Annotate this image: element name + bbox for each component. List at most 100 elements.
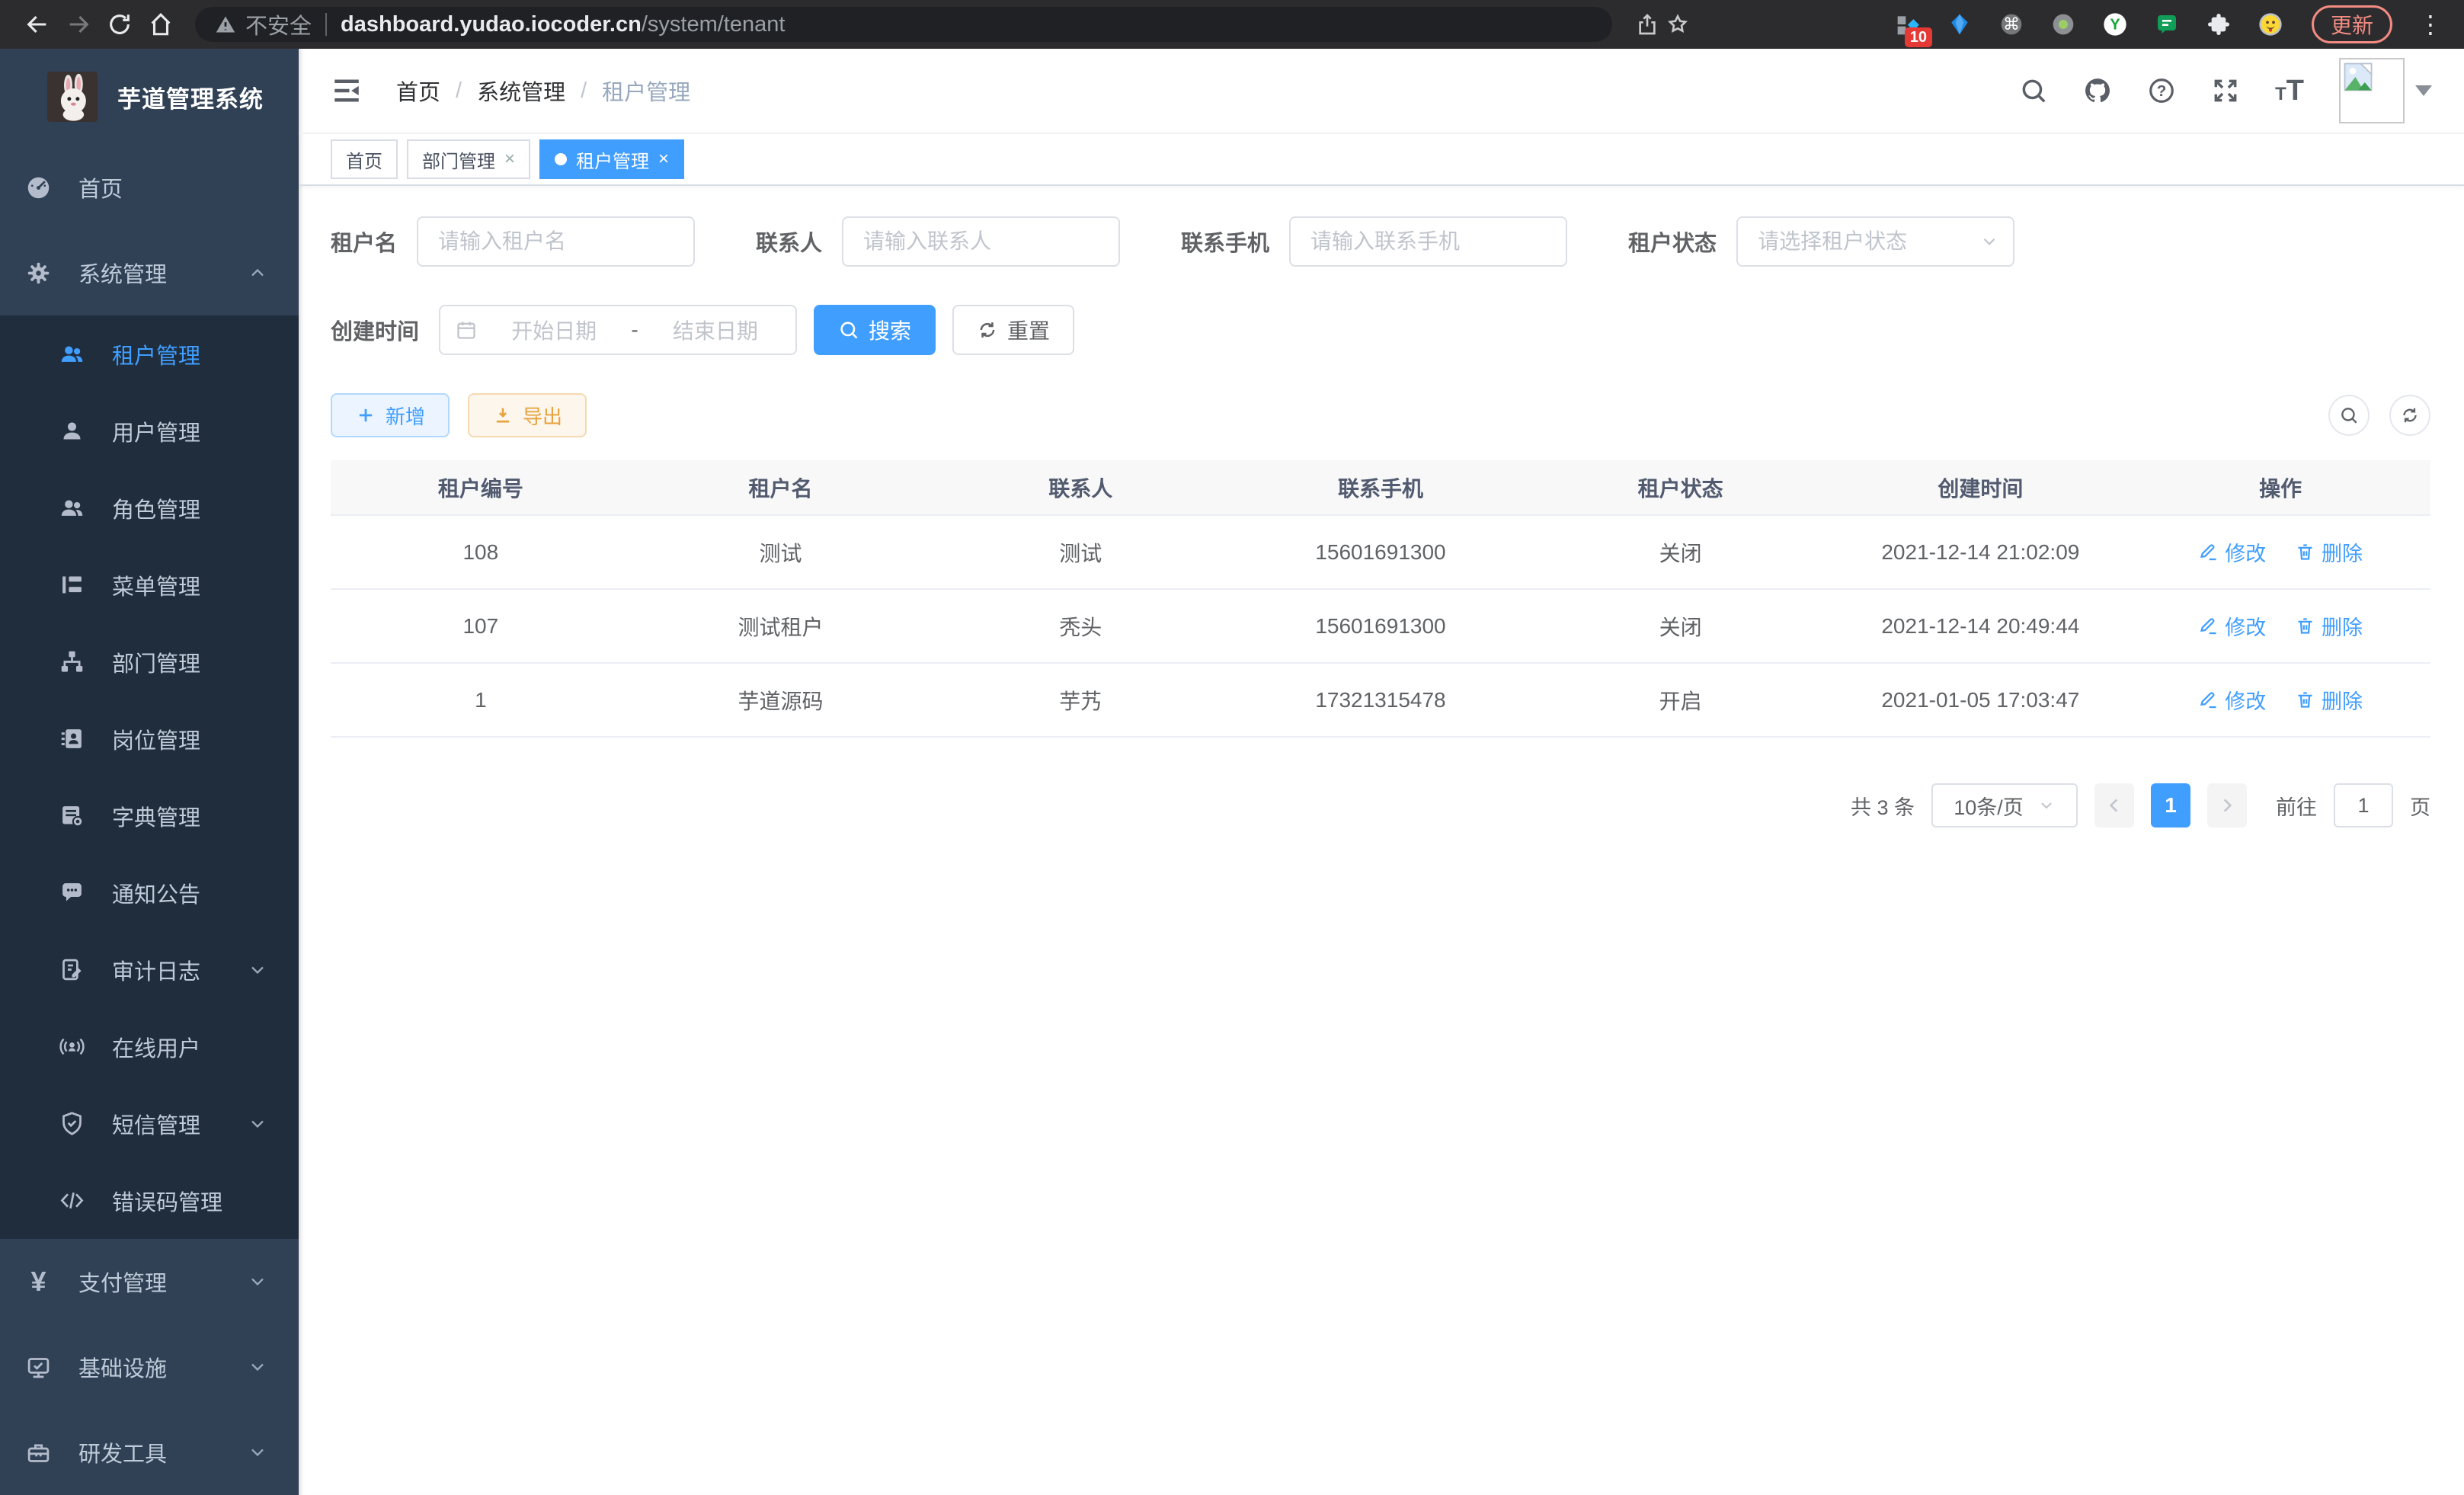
cell-create-time: 2021-01-05 17:03:47 (1831, 663, 2131, 737)
sidebar-item-online-user[interactable]: 在线用户 (0, 1008, 299, 1085)
cell-status: 关闭 (1531, 589, 1831, 663)
announcement-icon (59, 880, 85, 905)
prev-page-button[interactable] (2094, 783, 2134, 828)
show-search-toggle-button[interactable] (2328, 395, 2370, 436)
browser-forward-button[interactable] (58, 4, 99, 45)
extension-gem-icon[interactable] (1944, 9, 1975, 40)
tab-close-icon[interactable]: × (504, 149, 515, 170)
url-host: dashboard.yudao.iocoder.cn (341, 12, 642, 37)
browser-update-button[interactable]: 更新 (2312, 5, 2392, 43)
sidebar-item-system[interactable]: 系统管理 (0, 230, 299, 315)
update-label: 更新 (2331, 9, 2373, 40)
cell-create-time: 2021-12-14 20:49:44 (1831, 589, 2131, 663)
extension-dot-icon[interactable] (2048, 9, 2078, 40)
delete-link[interactable]: 删除 (2295, 685, 2363, 715)
roles-icon (59, 495, 85, 520)
browser-home-button[interactable] (140, 4, 181, 45)
tab-dept[interactable]: 部门管理 × (407, 139, 530, 179)
contact-input[interactable] (842, 216, 1120, 267)
filter-label-status: 租户状态 (1628, 226, 1717, 258)
sidebar-item-error-code[interactable]: 错误码管理 (0, 1162, 299, 1239)
extensions-puzzle-button[interactable] (2203, 9, 2234, 40)
tenant-table: 租户编号 租户名 联系人 联系手机 租户状态 创建时间 操作 108 测试 测试 (331, 460, 2430, 738)
next-page-button[interactable] (2207, 783, 2247, 828)
address-bar[interactable]: 不安全 dashboard.yudao.iocoder.cn /system/t… (195, 7, 1612, 42)
dashboard-icon (26, 175, 51, 200)
sidebar-item-infra[interactable]: 基础设施 (0, 1324, 299, 1410)
edit-link[interactable]: 修改 (2198, 685, 2266, 715)
small-t-glyph: T (2275, 84, 2286, 105)
sidebar-item-notice[interactable]: 通知公告 (0, 854, 299, 931)
app-logo: 芋道管理系统 (0, 49, 299, 145)
breadcrumb-item[interactable]: 系统管理 (477, 75, 565, 107)
sidebar-item-dict[interactable]: 字典管理 (0, 777, 299, 854)
dictionary-icon (59, 803, 85, 828)
cell-status: 开启 (1531, 663, 1831, 737)
goto-page-input[interactable] (2334, 783, 2393, 828)
chevron-down-icon (247, 1271, 268, 1292)
date-range-picker[interactable]: 开始日期 - 结束日期 (439, 305, 797, 355)
sidebar-item-sms[interactable]: 短信管理 (0, 1085, 299, 1162)
help-circle-icon: ? (2147, 76, 2176, 105)
edit-link[interactable]: 修改 (2198, 611, 2266, 641)
user-avatar-menu[interactable] (2339, 58, 2432, 123)
search-button[interactable]: 搜索 (814, 305, 936, 355)
edit-link[interactable]: 修改 (2198, 537, 2266, 567)
fullscreen-button[interactable] (2211, 76, 2240, 105)
breadcrumb-item[interactable]: 首页 (396, 75, 440, 107)
tags-view-bar: 首页 部门管理 × 租户管理 × (299, 134, 2464, 186)
reset-button[interactable]: 重置 (952, 305, 1074, 355)
extension-blocker-icon[interactable]: 10 (1893, 9, 1923, 40)
phone-input[interactable] (1289, 216, 1567, 267)
delete-link[interactable]: 删除 (2295, 537, 2363, 567)
tab-tenant[interactable]: 租户管理 × (539, 139, 684, 179)
url-path: /system/tenant (642, 12, 786, 37)
tab-home[interactable]: 首页 (331, 139, 398, 179)
emoji-face-icon (2258, 12, 2283, 37)
sidebar-item-user[interactable]: 用户管理 (0, 392, 299, 469)
export-button[interactable]: 导出 (468, 393, 587, 437)
github-link-button[interactable] (2083, 76, 2112, 105)
cell-phone: 15601691300 (1230, 589, 1531, 663)
cell-tenant-name: 测试租户 (631, 589, 931, 663)
browser-reload-button[interactable] (99, 4, 140, 45)
sidebar-item-audit-log[interactable]: 审计日志 (0, 931, 299, 1008)
page-size-select[interactable]: 10条/页 (1931, 783, 2078, 828)
help-button[interactable]: ? (2147, 76, 2176, 105)
extension-command-icon[interactable]: ⌘ (1996, 9, 2027, 40)
sidebar-item-devtools[interactable]: 研发工具 (0, 1410, 299, 1495)
tab-close-icon[interactable]: × (658, 149, 669, 170)
browser-profile-avatar[interactable] (2255, 9, 2286, 40)
cell-contact: 芋艿 (930, 663, 1230, 737)
share-button[interactable] (1632, 9, 1662, 40)
current-page-button[interactable]: 1 (2151, 783, 2190, 828)
sidebar-item-pay[interactable]: ¥ 支付管理 (0, 1239, 299, 1324)
browser-back-button[interactable] (17, 4, 58, 45)
refresh-icon (2400, 405, 2420, 425)
tenant-name-input[interactable] (417, 216, 695, 267)
refresh-table-button[interactable] (2389, 395, 2430, 436)
sidebar-item-tenant[interactable]: 租户管理 (0, 315, 299, 392)
page-size-value: 10条/页 (1954, 791, 2024, 821)
delete-link[interactable]: 删除 (2295, 611, 2363, 641)
user-icon (59, 418, 85, 443)
plus-icon (355, 405, 376, 426)
add-button[interactable]: 新增 (331, 393, 450, 437)
extension-y-icon[interactable]: Y (2100, 9, 2130, 40)
pencil-icon (2198, 616, 2219, 636)
sidebar-item-menu[interactable]: 菜单管理 (0, 546, 299, 623)
bookmark-button[interactable] (1662, 9, 1693, 40)
status-select[interactable] (1736, 216, 2014, 267)
sidebar-item-role[interactable]: 角色管理 (0, 469, 299, 546)
add-button-label: 新增 (386, 402, 425, 430)
header-search-button[interactable] (2019, 76, 2048, 105)
sidebar-toggle-button[interactable] (331, 75, 363, 107)
cell-status: 关闭 (1531, 515, 1831, 589)
sidebar-item-dept[interactable]: 部门管理 (0, 623, 299, 700)
font-size-button[interactable]: TT (2275, 75, 2304, 107)
browser-menu-icon[interactable]: ⋮ (2414, 12, 2447, 37)
sidebar-item-home[interactable]: 首页 (0, 145, 299, 230)
extension-chat-icon[interactable] (2152, 9, 2182, 40)
command-glyph: ⌘ (2003, 15, 2020, 34)
sidebar-item-post[interactable]: 岗位管理 (0, 700, 299, 777)
